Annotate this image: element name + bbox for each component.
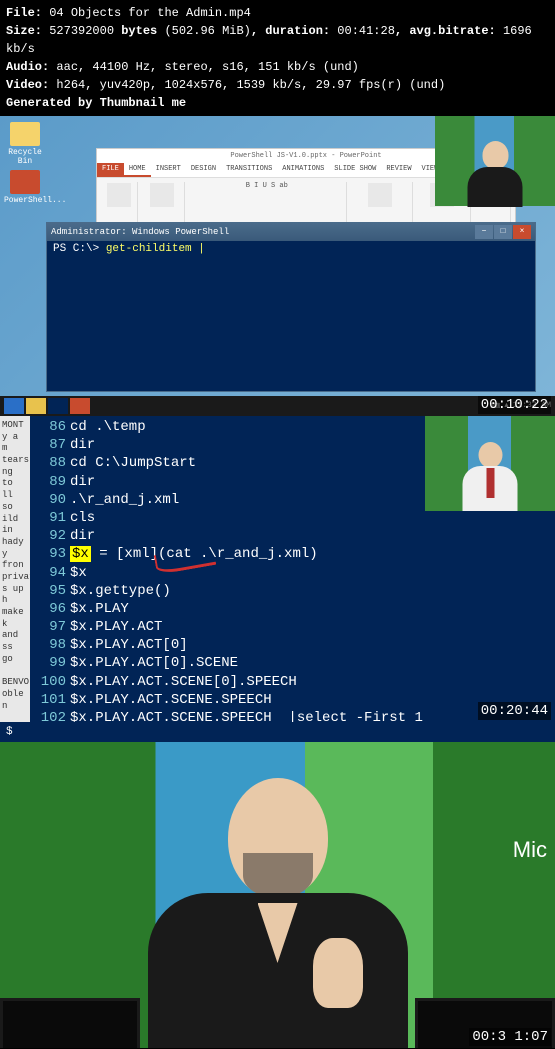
- file-label: File:: [6, 6, 42, 20]
- thumbnail-1: Recycle Bin PowerShell... PowerShell JS-…: [0, 116, 555, 416]
- size-label: Size:: [6, 24, 42, 38]
- duration-value: 00:41:28: [337, 24, 395, 38]
- history-line: 93$x = [xml](cat .\r_and_j.xml): [34, 545, 551, 563]
- file-name: 04 Objects for the Admin.mp4: [49, 6, 251, 20]
- ps-prompt: PS C:\>: [53, 243, 99, 255]
- powershell-shortcut-icon[interactable]: PowerShell...: [4, 170, 46, 205]
- history-line: 96$x.PLAY: [34, 600, 551, 618]
- video-value: h264, yuv420p, 1024x576, 1539 kb/s, 29.9…: [56, 78, 445, 92]
- size-bytes: 527392000: [49, 24, 114, 38]
- timestamp-2: 00:20:44: [478, 702, 551, 720]
- video-label: Video:: [6, 78, 49, 92]
- duration-label: duration:: [265, 24, 330, 38]
- microsoft-logo-fragment: Mic: [513, 837, 547, 863]
- generated-by: Generated by Thumbnail me: [6, 94, 549, 112]
- close-button[interactable]: ×: [513, 225, 531, 239]
- history-line: 101$x.PLAY.ACT.SCENE.SPEECH: [34, 691, 551, 709]
- history-line: 92dir: [34, 527, 551, 545]
- picture-in-picture-speaker: [435, 116, 555, 206]
- audio-value: aac, 44100 Hz, stereo, s16, 151 kb/s (un…: [56, 60, 358, 74]
- taskbar-explorer-icon[interactable]: [26, 398, 46, 414]
- tab-slideshow[interactable]: SLIDE SHOW: [329, 163, 381, 177]
- left-text-column: MONTy a mtearsng toll soild inhadyy fron…: [0, 416, 30, 722]
- history-line: 99$x.PLAY.ACT[0].SCENE: [34, 654, 551, 672]
- history-line: 98$x.PLAY.ACT[0]: [34, 636, 551, 654]
- powershell-window-title: Administrator: Windows PowerShell: [51, 227, 229, 237]
- tab-review[interactable]: REVIEW: [381, 163, 416, 177]
- tab-home[interactable]: HOME: [124, 163, 151, 177]
- thumbnail-3: Mic 00:3 1:07: [0, 742, 555, 1048]
- powershell-titlebar[interactable]: Administrator: Windows PowerShell − □ ×: [47, 223, 535, 241]
- minimize-button[interactable]: −: [475, 225, 493, 239]
- history-line: 97$x.PLAY.ACT: [34, 618, 551, 636]
- timestamp-1: 00:10:22: [478, 396, 551, 414]
- powershell-body[interactable]: PS C:\> get-childitem |: [47, 241, 535, 257]
- powershell-window[interactable]: Administrator: Windows PowerShell − □ × …: [46, 222, 536, 392]
- size-human: (502.96 MiB): [164, 24, 250, 38]
- thumbnail-2: MONTy a mtearsng toll soild inhadyy fron…: [0, 416, 555, 722]
- powershell-history[interactable]: 86cd .\temp87dir88cd C:\JumpStart89dir90…: [30, 416, 555, 722]
- ps-prompt-line[interactable]: $: [0, 722, 555, 742]
- history-line: 100$x.PLAY.ACT.SCENE[0].SPEECH: [34, 673, 551, 691]
- speaker-head: [228, 778, 328, 898]
- tab-animations[interactable]: ANIMATIONS: [277, 163, 329, 177]
- taskbar-powershell-icon[interactable]: [48, 398, 68, 414]
- bitrate-label: avg.bitrate:: [409, 24, 495, 38]
- audio-label: Audio:: [6, 60, 49, 74]
- recycle-bin-icon[interactable]: Recycle Bin: [4, 122, 46, 166]
- taskbar-powerpoint-icon[interactable]: [70, 398, 90, 414]
- metadata-header: File: 04 Objects for the Admin.mp4 Size:…: [0, 0, 555, 116]
- tab-insert[interactable]: INSERT: [151, 163, 186, 177]
- history-line: 94$x: [34, 564, 551, 582]
- tab-transitions[interactable]: TRANSITIONS: [221, 163, 277, 177]
- history-line: 95$x.gettype(): [34, 582, 551, 600]
- picture-in-picture-speaker-2: [425, 416, 555, 511]
- tab-file[interactable]: FILE: [97, 163, 124, 177]
- taskbar: ⌨ ▲ 11:33 AM: [0, 396, 555, 416]
- timestamp-3: 00:3 1:07: [469, 1028, 551, 1046]
- maximize-button[interactable]: □: [494, 225, 512, 239]
- taskbar-ie-icon[interactable]: [4, 398, 24, 414]
- history-line: 91cls: [34, 509, 551, 527]
- history-line: 102$x.PLAY.ACT.SCENE.SPEECH |select -Fir…: [34, 709, 551, 722]
- ps-command: get-childitem |: [106, 243, 205, 255]
- tab-design[interactable]: DESIGN: [186, 163, 221, 177]
- monitor-left: [0, 998, 140, 1048]
